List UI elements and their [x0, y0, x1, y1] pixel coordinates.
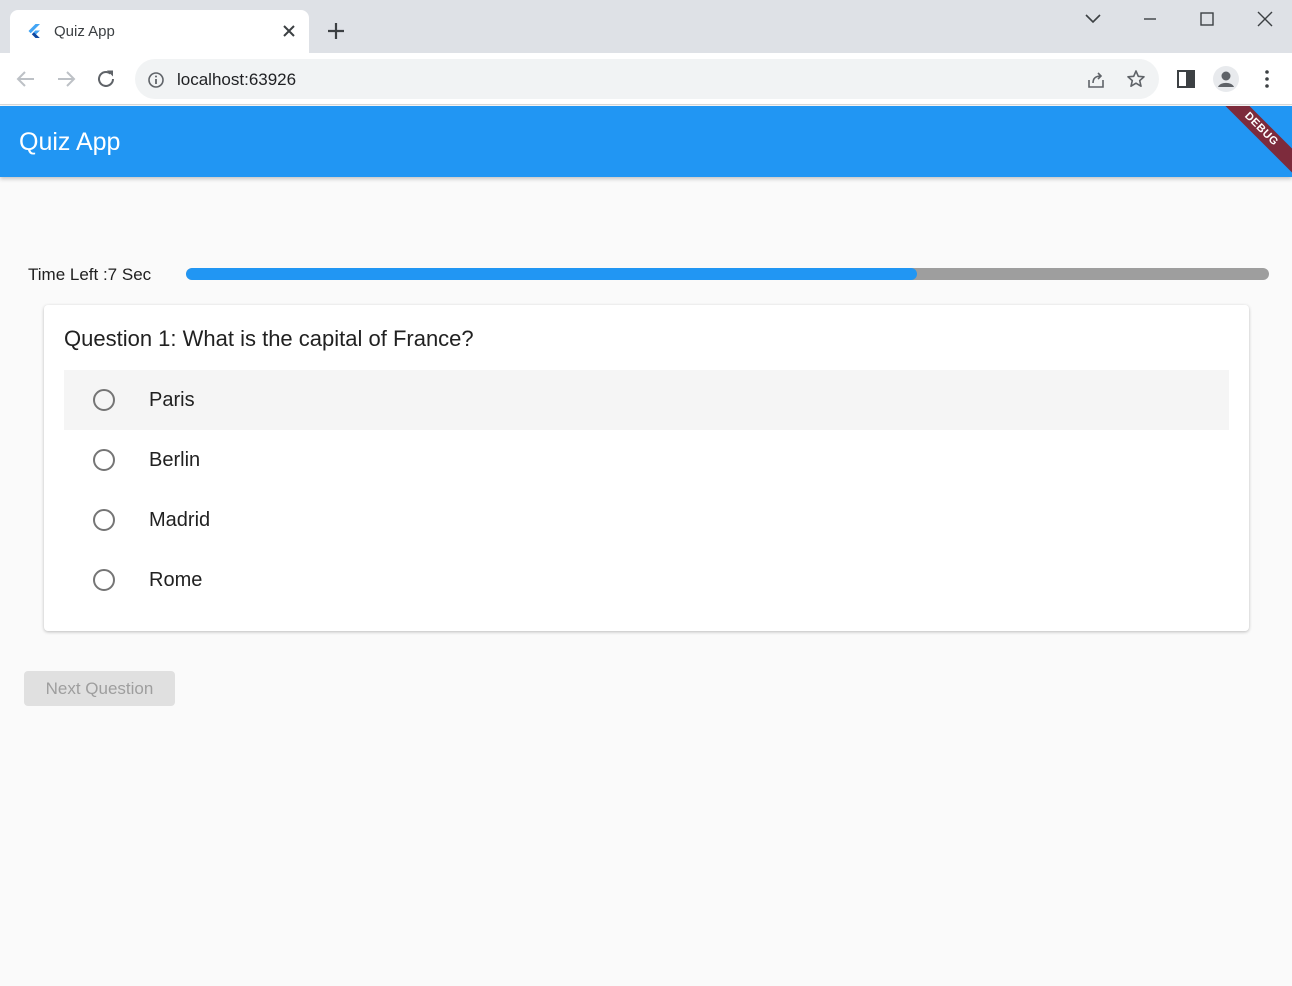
- option-paris[interactable]: Paris: [64, 370, 1229, 430]
- timer-progress-fill: [186, 268, 918, 280]
- profile-avatar-icon[interactable]: [1213, 66, 1239, 92]
- share-icon[interactable]: [1085, 69, 1107, 91]
- close-icon[interactable]: [280, 22, 298, 40]
- debug-banner: DEBUG: [1211, 106, 1292, 177]
- app-title: Quiz App: [19, 128, 121, 156]
- radio-button[interactable]: [93, 449, 115, 471]
- option-label: Madrid: [149, 509, 211, 531]
- radio-button[interactable]: [93, 389, 115, 411]
- bookmark-star-icon[interactable]: [1125, 68, 1147, 90]
- back-arrow-icon[interactable]: [14, 67, 38, 91]
- minimize-icon[interactable]: [1138, 8, 1162, 30]
- window-close-icon[interactable]: [1253, 8, 1277, 30]
- url-text[interactable]: localhost:63926: [177, 70, 296, 90]
- question-text: Question 1: What is the capital of Franc…: [64, 326, 474, 351]
- timer-label: Time Left :7 Sec: [28, 265, 152, 284]
- site-info-icon[interactable]: [147, 71, 165, 89]
- radio-button[interactable]: [93, 509, 115, 531]
- option-rome[interactable]: Rome: [64, 550, 1229, 610]
- timer-progress-bar: [186, 268, 1269, 280]
- radio-button[interactable]: [93, 569, 115, 591]
- option-label: Rome: [149, 569, 203, 591]
- option-label: Berlin: [149, 449, 201, 471]
- question-card: Question 1: What is the capital of Franc…: [44, 305, 1249, 631]
- browser-toolbar: localhost:63926: [0, 53, 1292, 105]
- next-question-button[interactable]: Next Question: [24, 671, 175, 706]
- option-madrid[interactable]: Madrid: [64, 490, 1229, 550]
- tab-title: Quiz App: [54, 23, 115, 40]
- maximize-icon[interactable]: [1195, 8, 1219, 30]
- option-berlin[interactable]: Berlin: [64, 430, 1229, 490]
- forward-arrow-icon[interactable]: [54, 67, 78, 91]
- side-panel-icon[interactable]: [1173, 66, 1199, 92]
- browser-tab-strip: Quiz App: [0, 0, 1292, 53]
- new-tab-icon[interactable]: [325, 20, 347, 42]
- address-bar[interactable]: localhost:63926: [135, 59, 1159, 99]
- app-bar: Quiz App DEBUG: [0, 106, 1292, 177]
- more-menu-icon[interactable]: [1254, 66, 1280, 92]
- flutter-logo-icon: [28, 24, 40, 38]
- option-label: Paris: [149, 389, 195, 411]
- reload-icon[interactable]: [94, 67, 118, 91]
- chevron-down-icon[interactable]: [1081, 8, 1105, 30]
- browser-tab[interactable]: Quiz App: [10, 10, 309, 53]
